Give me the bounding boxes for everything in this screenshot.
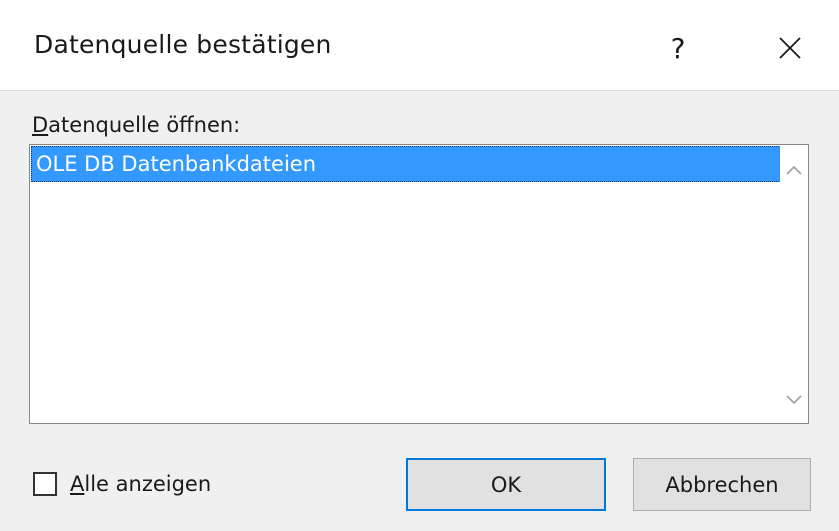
scroll-down-button[interactable]: [780, 384, 807, 416]
vertical-scrollbar[interactable]: [780, 146, 807, 422]
chevron-up-icon: [785, 165, 802, 175]
title-bar[interactable]: Datenquelle bestätigen ?: [0, 0, 839, 91]
close-icon: [779, 37, 801, 59]
help-button[interactable]: ?: [648, 20, 708, 76]
list-item[interactable]: OLE DB Datenbankdateien: [31, 146, 781, 182]
show-all-label[interactable]: Alle anzeigen: [70, 472, 211, 496]
label-text: atenquelle öffnen:: [48, 113, 241, 137]
list-items: OLE DB Datenbankdateien: [31, 146, 781, 422]
confirm-data-source-dialog: Datenquelle bestätigen ? Datenquelle öff…: [0, 0, 839, 531]
cancel-button[interactable]: Abbrechen: [633, 458, 811, 511]
ok-button[interactable]: OK: [406, 458, 606, 511]
close-button[interactable]: [760, 20, 820, 76]
show-all-checkbox[interactable]: [33, 472, 57, 496]
data-source-listbox[interactable]: OLE DB Datenbankdateien: [29, 144, 809, 424]
chevron-down-icon: [785, 395, 802, 405]
accesskey-letter: A: [70, 472, 85, 496]
accesskey-letter: D: [32, 113, 49, 137]
data-source-list-label: Datenquelle öffnen:: [32, 113, 240, 137]
show-all-option[interactable]: Alle anzeigen: [33, 470, 211, 498]
scroll-up-button[interactable]: [780, 154, 807, 186]
dialog-title: Datenquelle bestätigen: [34, 30, 332, 59]
label-text: lle anzeigen: [84, 472, 212, 496]
